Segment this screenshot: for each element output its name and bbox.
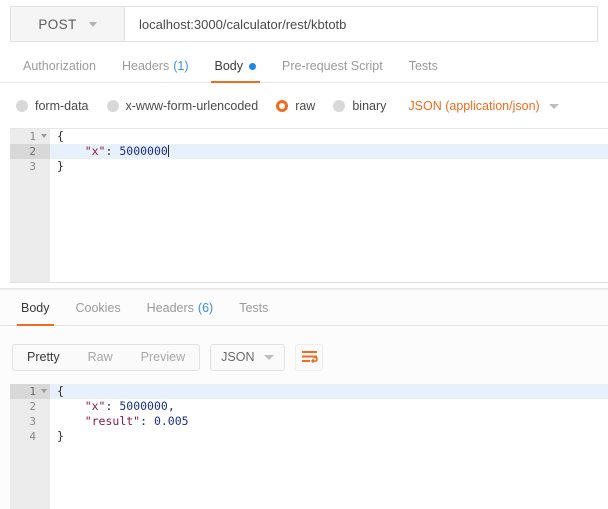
view-mode-pretty[interactable]: Pretty — [13, 345, 74, 370]
view-mode-preview[interactable]: Preview — [127, 345, 199, 370]
radio-icon — [106, 100, 119, 112]
tab-label: Body — [214, 59, 244, 73]
code-token: : — [105, 399, 120, 413]
tab-pre-request-script[interactable]: Pre-request Script — [269, 50, 396, 82]
code-line[interactable]: "x": 5000000, — [50, 399, 608, 414]
line-number: 1 — [10, 129, 50, 144]
code-token: 5000000 — [119, 399, 168, 413]
tab-label: Tests — [239, 300, 269, 315]
code-token: 5000000 — [119, 144, 168, 158]
tab-label: Body — [21, 300, 50, 315]
line-number: 2 — [29, 400, 36, 413]
response-format-label: JSON — [221, 350, 255, 364]
http-method-label: POST — [38, 16, 77, 32]
request-url-bar: POST localhost:3000/calculator/rest/kbto… — [10, 6, 598, 42]
tab-label: Cookies — [75, 300, 121, 315]
content-type-label: JSON (application/json) — [408, 99, 540, 113]
request-body-editor[interactable]: 123 { "x": 5000000} — [10, 128, 608, 283]
response-tab-tests[interactable]: Tests — [226, 290, 281, 325]
response-tab-cookies[interactable]: Cookies — [63, 290, 134, 325]
code-token: { — [57, 129, 64, 143]
line-number: 3 — [29, 415, 36, 428]
fold-triangle-icon[interactable] — [41, 134, 47, 138]
tab-headers[interactable]: Headers (1) — [109, 50, 202, 82]
body-type-radio-form-data[interactable]: form-data — [16, 99, 89, 113]
chevron-down-icon — [264, 354, 275, 360]
tab-label: Headers — [146, 300, 194, 315]
response-editor-code[interactable]: { "x": 5000000, "result": 0.005} — [50, 384, 608, 509]
line-number: 2 — [10, 144, 50, 159]
response-toolbar: Pretty Raw Preview JSON — [0, 338, 608, 376]
request-editor-gutter: 123 — [10, 129, 50, 282]
radio-icon — [16, 100, 28, 112]
code-token: : — [105, 144, 120, 158]
tab-authorization[interactable]: Authorization — [10, 50, 109, 82]
tab-count-badge: (6) — [197, 300, 214, 315]
text-cursor — [167, 145, 169, 157]
line-number: 1 — [10, 384, 50, 399]
response-tab-bar: Body Cookies Headers (6) Tests — [0, 290, 608, 326]
response-view-mode-group: Pretty Raw Preview — [12, 343, 201, 371]
response-body-editor[interactable]: 12 3 4 { "x": 5000000, "result": 0.005} — [10, 384, 608, 509]
fold-triangle-icon[interactable] — [41, 389, 47, 393]
radio-label: raw — [295, 99, 316, 113]
request-tab-bar: Authorization Headers (1) Body Pre-request S… — [0, 50, 608, 83]
radio-label: form-data — [35, 99, 89, 113]
code-line[interactable]: { — [50, 129, 608, 144]
body-type-radio-x-www-form-urlencoded[interactable]: x-www-form-urlencoded — [106, 99, 259, 113]
word-wrap-button[interactable] — [295, 343, 324, 371]
body-type-radio-raw[interactable]: raw — [276, 99, 315, 113]
radio-label: x-www-form-urlencoded — [125, 99, 259, 113]
code-line[interactable]: "result": 0.005 — [50, 414, 608, 429]
word-wrap-icon — [301, 351, 318, 364]
request-editor-code[interactable]: { "x": 5000000} — [50, 129, 608, 282]
content-type-dropdown[interactable]: JSON (application/json) — [408, 99, 559, 113]
code-line[interactable]: "x": 5000000 — [50, 144, 608, 159]
tab-label: Tests — [408, 59, 438, 73]
tab-label: Authorization — [23, 59, 96, 73]
body-type-radio-binary[interactable]: binary — [333, 99, 386, 113]
code-token: } — [57, 159, 64, 173]
code-token: "result" — [84, 414, 141, 428]
radio-label: binary — [352, 99, 387, 113]
response-pane: Body Cookies Headers (6) Tests Pretty Raw Prev… — [0, 290, 608, 509]
tab-label: Pre-request Script — [282, 59, 383, 73]
code-token: , — [167, 399, 175, 413]
code-token: "x" — [84, 144, 106, 158]
code-token: : — [140, 414, 154, 428]
response-tab-body[interactable]: Body — [8, 290, 63, 326]
code-line[interactable]: { — [50, 384, 608, 399]
http-method-dropdown[interactable]: POST — [11, 7, 125, 41]
code-token: 0.005 — [153, 414, 189, 428]
code-line[interactable]: } — [50, 159, 608, 174]
response-format-dropdown[interactable]: JSON — [210, 343, 286, 371]
tab-body[interactable]: Body — [202, 50, 270, 83]
tab-count-badge: (1) — [173, 59, 189, 73]
chevron-down-icon — [548, 103, 559, 109]
line-number: 4 — [29, 430, 36, 443]
chevron-down-icon — [88, 21, 97, 27]
response-tab-headers[interactable]: Headers (6) — [134, 290, 227, 325]
body-type-row: form-data x-www-form-urlencoded raw binary … — [0, 90, 608, 122]
response-editor-gutter: 12 3 4 — [10, 384, 50, 509]
view-mode-raw[interactable]: Raw — [74, 345, 127, 370]
tab-tests[interactable]: Tests — [396, 50, 451, 82]
code-token: { — [57, 384, 64, 398]
code-line[interactable]: } — [50, 429, 608, 444]
url-input[interactable]: localhost:3000/calculator/rest/kbtotb — [125, 7, 597, 41]
radio-icon — [333, 100, 346, 112]
radio-icon — [276, 100, 289, 112]
line-number: 3 — [29, 160, 36, 173]
tab-label: Headers — [121, 59, 170, 73]
code-token: "x" — [84, 399, 106, 413]
unsaved-dot-icon — [249, 62, 256, 70]
code-token: } — [57, 429, 64, 443]
